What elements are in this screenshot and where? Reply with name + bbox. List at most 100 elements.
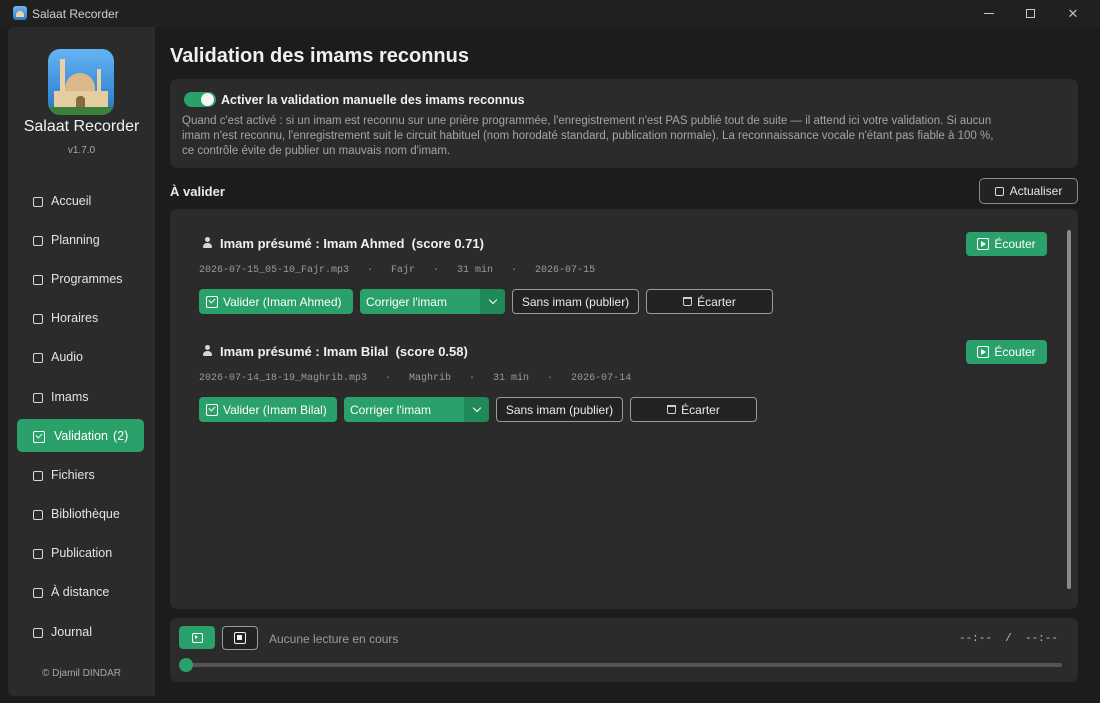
copyright: © Djamil DINDAR	[41, 668, 122, 679]
pending-entry: Imam présumé : Imam Ahmed (score 0.71) 2…	[170, 209, 1060, 314]
play-pause-button[interactable]	[179, 626, 215, 649]
sidebar-item-accueil[interactable]: Accueil	[17, 184, 144, 217]
minimize-icon	[984, 13, 994, 14]
sidebar-item-imams[interactable]: Imams	[17, 380, 144, 413]
remote-icon	[33, 587, 43, 598]
sidebar-item-label: Planning	[51, 232, 100, 247]
sidebar-item-publication[interactable]: Publication	[17, 536, 144, 569]
sidebar-item-label: Bibliothèque	[51, 506, 120, 521]
listen-label: Écouter	[994, 345, 1036, 359]
pending-entry: Imam présumé : Imam Bilal (score 0.58) 2…	[170, 317, 1060, 422]
player-status: Aucune lecture en cours	[269, 632, 399, 646]
correct-imam-select[interactable]: Corriger l'imam	[344, 397, 489, 422]
toggle-description: Quand c'est activé : si un imam est reco…	[182, 115, 994, 157]
no-imam-button[interactable]: Sans imam (publier)	[512, 289, 639, 314]
chevron-down-icon[interactable]	[480, 289, 505, 314]
audio-icon	[33, 352, 43, 363]
seek-track[interactable]	[186, 663, 1062, 667]
app-logo	[48, 49, 114, 115]
app-window: Salaat Recorder ✕ Salaat Recorder v1.7.0…	[0, 0, 1100, 703]
listen-button[interactable]: Écouter	[966, 232, 1047, 256]
sidebar-item-label: Imams	[51, 389, 89, 404]
close-icon: ✕	[1067, 5, 1079, 21]
entry-headline: Imam présumé : Imam Bilal (score 0.58)	[220, 344, 468, 359]
no-imam-button[interactable]: Sans imam (publier)	[496, 397, 623, 422]
log-icon	[33, 627, 43, 638]
seek-slider-handle[interactable]	[179, 658, 193, 672]
discard-button[interactable]: Écarter	[630, 397, 757, 422]
settings-card: Activer la validation manuelle des imams…	[170, 79, 1078, 168]
home-icon	[33, 196, 43, 207]
play-icon	[977, 346, 990, 358]
logo-door	[76, 96, 85, 107]
player-time: --:-- / --:--	[958, 633, 1058, 645]
correct-imam-select[interactable]: Corriger l'imam	[360, 289, 505, 314]
entry-meta: 2026-07-14_18-19_Maghrib.mp3 · Maghrib ·…	[199, 373, 632, 384]
validate-button[interactable]: Valider (Imam Bilal)	[199, 397, 337, 422]
toggle-label: Activer la validation manuelle des imams…	[221, 93, 525, 107]
trash-icon	[683, 297, 693, 306]
discard-label: Écarter	[697, 294, 736, 309]
sidebar-item-fichiers[interactable]: Fichiers	[17, 458, 144, 491]
sidebar-item-journal[interactable]: Journal	[17, 615, 144, 648]
sidebar-item-programmes[interactable]: Programmes	[17, 262, 144, 295]
sidebar-item-label: Accueil	[51, 193, 92, 208]
sidebar-item-label: Validation	[54, 428, 108, 443]
library-icon	[33, 509, 43, 520]
sidebar-item-bibliotheque[interactable]: Bibliothèque	[17, 497, 144, 530]
sidebar-item-horaires[interactable]: Horaires	[17, 301, 144, 334]
stop-button[interactable]	[222, 626, 258, 650]
sidebar-item-validation[interactable]: Validation (2)	[17, 419, 144, 452]
sidebar-item-a-distance[interactable]: À distance	[17, 575, 144, 608]
check-icon	[206, 295, 218, 308]
validate-button[interactable]: Valider (Imam Ahmed)	[199, 289, 353, 314]
checkbox-icon	[33, 430, 45, 443]
clock-icon	[33, 313, 43, 324]
main-content: Validation des imams reconnus Activer la…	[155, 27, 1093, 696]
close-button[interactable]: ✕	[1050, 0, 1096, 27]
stop-icon	[234, 632, 246, 644]
list-scrollbar[interactable]	[1067, 230, 1071, 589]
discard-button[interactable]: Écarter	[646, 289, 773, 314]
sidebar-item-planning[interactable]: Planning	[17, 223, 144, 256]
correct-imam-value: Corriger l'imam	[366, 294, 447, 309]
sidebar-item-label: Audio	[51, 349, 83, 364]
sidebar: Salaat Recorder v1.7.0 Accueil Planning …	[8, 27, 155, 696]
no-imam-label: Sans imam (publier)	[505, 402, 614, 417]
validate-label: Valider (Imam Ahmed)	[223, 294, 342, 309]
listen-label: Écouter	[994, 237, 1036, 251]
minimize-button[interactable]	[966, 0, 1012, 27]
sidebar-item-label: Horaires	[51, 310, 99, 325]
toggle-knob	[201, 93, 214, 106]
validation-count-badge: (2)	[112, 428, 129, 443]
logo-ground	[48, 107, 114, 115]
refresh-button[interactable]: Actualiser	[979, 178, 1078, 204]
imam-icon	[203, 345, 212, 356]
sidebar-item-audio[interactable]: Audio	[17, 340, 144, 373]
imam-icon	[203, 237, 212, 248]
app-version: v1.7.0	[67, 145, 96, 156]
manual-validation-toggle[interactable]	[184, 92, 216, 107]
programs-icon	[33, 274, 43, 285]
sidebar-item-label: Fichiers	[51, 467, 95, 482]
folder-icon	[33, 470, 43, 481]
check-icon	[206, 403, 218, 416]
play-icon	[977, 238, 990, 250]
trash-icon	[667, 405, 677, 414]
listen-button[interactable]: Écouter	[966, 340, 1047, 364]
maximize-icon	[1025, 9, 1035, 18]
sidebar-item-label: Programmes	[51, 271, 123, 286]
discard-label: Écarter	[681, 402, 720, 417]
refresh-icon	[994, 186, 1004, 196]
entry-headline: Imam présumé : Imam Ahmed (score 0.71)	[220, 236, 484, 251]
sidebar-item-label: Publication	[51, 545, 113, 560]
audio-player: Aucune lecture en cours --:-- / --:--	[170, 618, 1078, 682]
sidebar-item-label: Journal	[51, 624, 92, 639]
section-title: À valider	[170, 184, 225, 199]
chevron-down-icon[interactable]	[464, 397, 489, 422]
play-pause-icon	[191, 632, 203, 643]
page-title: Validation des imams reconnus	[170, 45, 469, 67]
window-title: Salaat Recorder	[32, 7, 119, 21]
app-name: Salaat Recorder	[23, 118, 140, 135]
maximize-button[interactable]	[1007, 0, 1053, 27]
